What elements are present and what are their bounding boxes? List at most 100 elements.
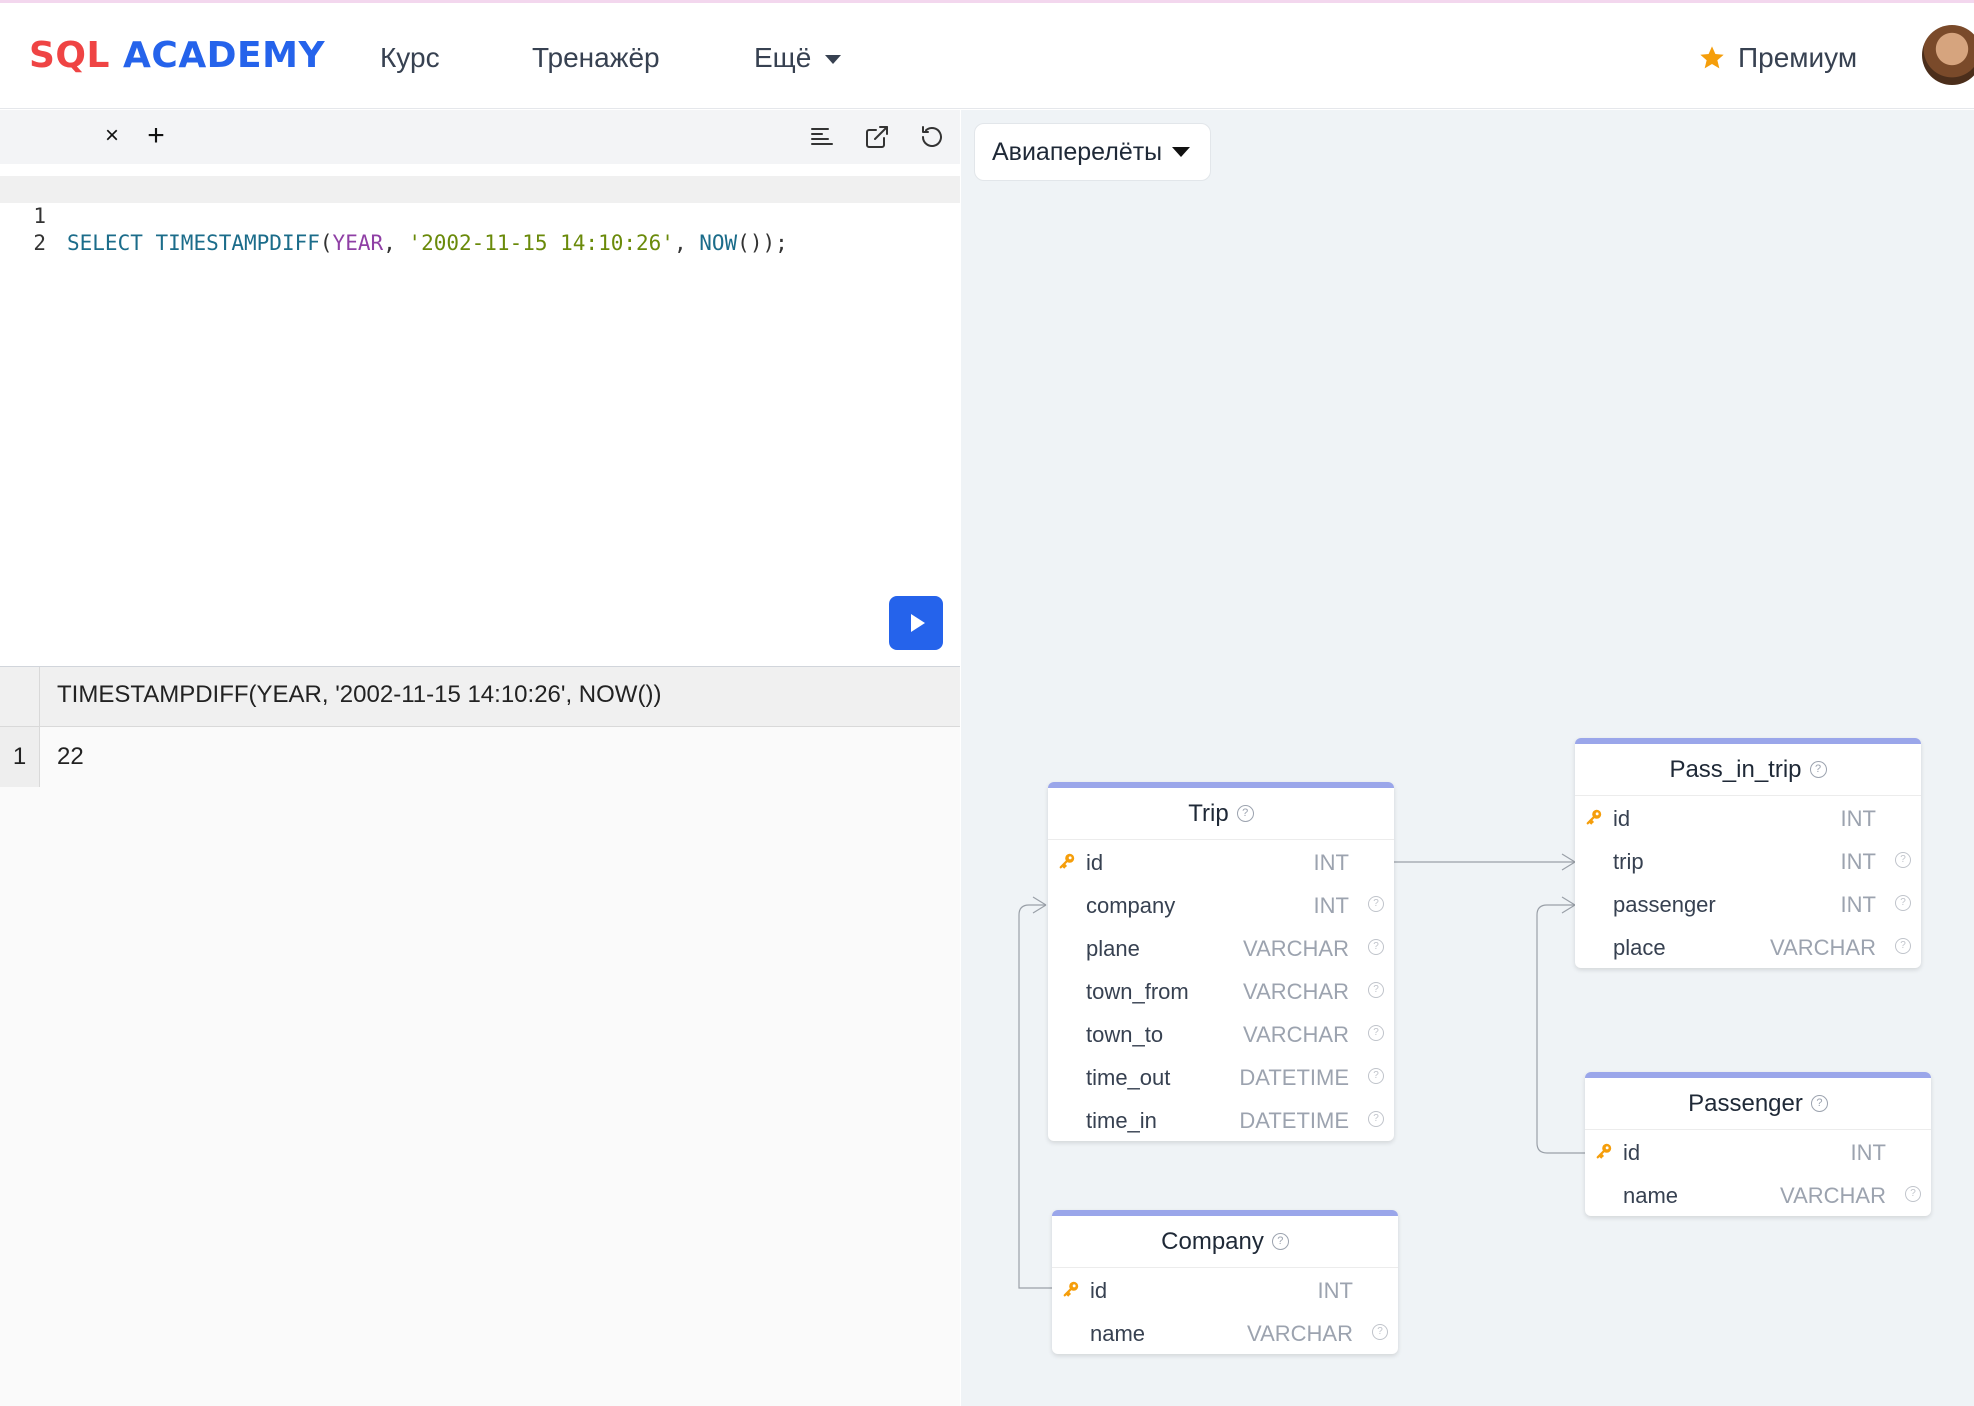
column-type: INT [1317,1278,1353,1303]
column-row[interactable]: time_in DATETIME? [1048,1098,1394,1141]
logo[interactable]: SQL ACADEMY [29,33,325,79]
column-type: INT [1840,892,1876,917]
schema-panel: Авиаперелёты Trip? id INT company INT? plane… [961,110,1974,1406]
help-icon[interactable]: ? [1368,939,1384,955]
column-row[interactable]: plane VARCHAR? [1048,926,1394,969]
table-pass-in-trip[interactable]: Pass_in_trip? id INT trip INT? passenger INT?… [1575,738,1921,968]
help-icon[interactable]: ? [1368,982,1384,998]
nav-course[interactable]: Курс [380,38,440,78]
help-icon[interactable]: ? [1368,1025,1384,1041]
help-icon[interactable]: ? [1368,1068,1384,1084]
close-tab-icon[interactable]: × [96,120,128,152]
table-company[interactable]: Company? id INT name VARCHAR? [1052,1210,1398,1354]
help-icon[interactable]: ? [1809,761,1827,778]
caret-down-icon [825,55,842,65]
column-row[interactable]: passenger INT? [1575,882,1921,925]
column-name: id [1090,1278,1108,1303]
help-icon[interactable]: ? [1368,896,1384,912]
column-row[interactable]: id INT [1052,1268,1398,1311]
paren: ( [319,231,333,255]
table-title: Trip? [1048,788,1394,840]
table-row: 1 22 [0,727,960,787]
column-name: id [1613,806,1631,831]
column-row[interactable]: id INT [1575,796,1921,839]
help-icon[interactable]: ? [1368,1111,1384,1127]
column-type: INT [1840,849,1876,874]
column-name: town_from [1086,979,1189,1004]
column-row[interactable]: trip INT? [1575,839,1921,882]
column-row[interactable]: place VARCHAR? [1575,925,1921,968]
premium-link[interactable]: Премиум [1698,38,1857,78]
column-row[interactable]: time_out DATETIME? [1048,1055,1394,1098]
primary-key-icon [1059,853,1075,869]
table-name: Pass_in_trip [1669,755,1802,783]
help-icon[interactable]: ? [1810,1095,1828,1112]
external-link-icon[interactable] [863,123,891,151]
nav-trainer[interactable]: Тренажёр [532,38,660,78]
help-icon[interactable]: ? [1905,1186,1921,1202]
editor-panel: × + 1 SELECT TIMESTAMPDIFF(YEAR, '2002-1… [0,110,960,1406]
nav-more[interactable]: Ещё [754,38,842,78]
logo-sql: SQL [29,35,110,76]
column-row[interactable]: town_to VARCHAR? [1048,1012,1394,1055]
column-name: id [1623,1140,1641,1165]
column-type: VARCHAR [1243,936,1349,961]
column-name: id [1086,850,1104,875]
row-index: 1 [0,727,40,787]
column-name: name [1623,1183,1679,1208]
column-type: INT [1840,806,1876,831]
table-name: Trip [1188,799,1229,827]
format-align-icon[interactable] [808,123,836,151]
column-name: name [1090,1321,1146,1346]
column-type: VARCHAR [1243,979,1349,1004]
column-type: DATETIME [1239,1065,1349,1090]
nav-more-label: Ещё [754,42,812,73]
help-icon[interactable]: ? [1895,895,1911,911]
function-name: TIMESTAMPDIFF [155,231,320,255]
column-row[interactable]: name VARCHAR? [1052,1311,1398,1354]
logo-academy: ACADEMY [123,35,326,76]
column-name: town_to [1086,1022,1164,1047]
column-row[interactable]: id INT [1585,1130,1931,1173]
column-type: VARCHAR [1247,1321,1353,1346]
keyword-select: SELECT [67,231,143,255]
column-type: VARCHAR [1243,1022,1349,1047]
results-header-row: TIMESTAMPDIFF(YEAR, '2002-11-15 14:10:26… [0,667,960,727]
line-number: 2 [33,231,46,255]
code-text: SELECT TIMESTAMPDIFF(YEAR, '2002-11-15 1… [67,230,788,257]
code-line[interactable]: 2 [0,203,960,255]
column-row[interactable]: id INT [1048,840,1394,883]
index-header-cell [0,667,40,727]
table-name: Company [1161,1227,1264,1255]
column-name: trip [1613,849,1644,874]
user-avatar[interactable] [1922,25,1974,85]
column-row[interactable]: company INT? [1048,883,1394,926]
help-icon[interactable]: ? [1895,852,1911,868]
column-name: time_in [1086,1108,1157,1133]
editor-toolbar: × + [0,110,960,164]
table-title: Passenger? [1585,1078,1931,1130]
table-trip[interactable]: Trip? id INT company INT? plane VARCHAR? town_… [1048,782,1394,1141]
string-literal: '2002-11-15 14:10:26' [408,231,674,255]
code-line[interactable]: 1 SELECT TIMESTAMPDIFF(YEAR, '2002-11-15… [0,176,960,255]
column-name: place [1613,935,1666,960]
column-name: passenger [1613,892,1716,917]
add-tab-icon[interactable]: + [140,120,172,152]
function-now: NOW [699,231,738,255]
help-icon[interactable]: ? [1271,1233,1289,1250]
column-row[interactable]: name VARCHAR? [1585,1173,1931,1216]
help-icon[interactable]: ? [1236,805,1254,822]
column-type: DATETIME [1239,1108,1349,1133]
help-icon[interactable]: ? [1372,1324,1388,1340]
help-icon[interactable]: ? [1895,938,1911,954]
column-type: INT [1313,850,1349,875]
run-query-button[interactable] [889,596,943,650]
comma: , [673,231,700,255]
reset-icon[interactable] [918,123,946,151]
result-column-header: TIMESTAMPDIFF(YEAR, '2002-11-15 14:10:26… [57,681,662,708]
table-name: Passenger [1688,1089,1803,1117]
column-row[interactable]: town_from VARCHAR? [1048,969,1394,1012]
table-title: Pass_in_trip? [1575,744,1921,796]
star-icon [1700,46,1724,69]
table-passenger[interactable]: Passenger? id INT name VARCHAR? [1585,1072,1931,1216]
